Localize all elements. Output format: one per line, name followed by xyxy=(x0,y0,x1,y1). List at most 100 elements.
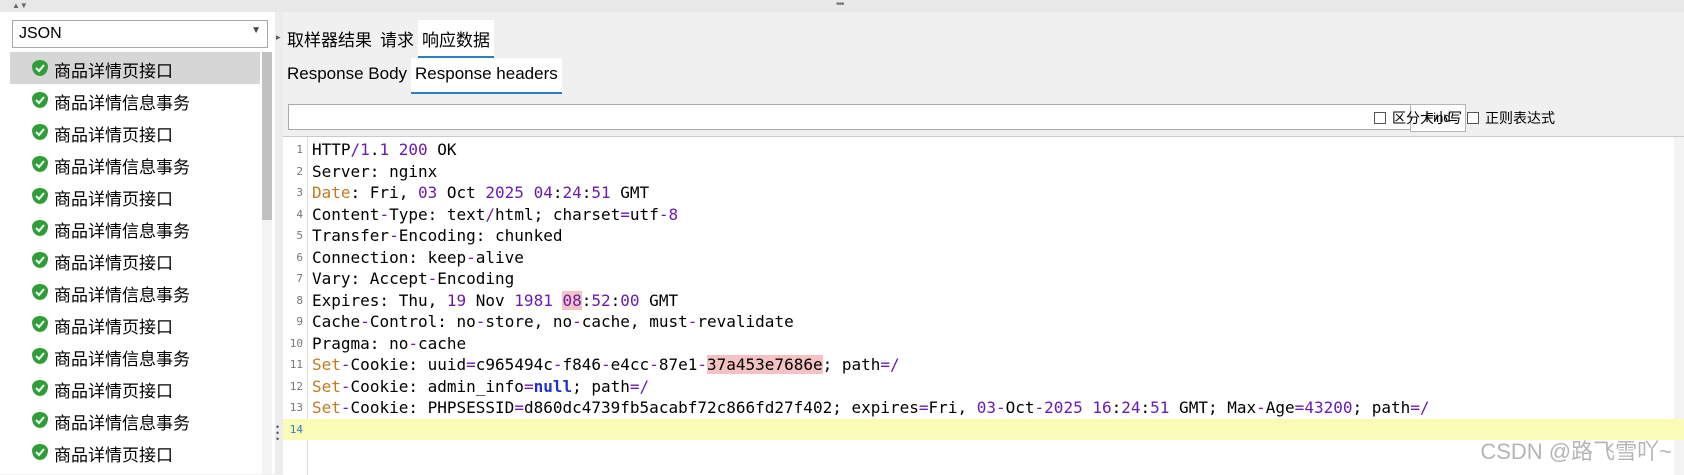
code-line[interactable]: 5 Transfer-Encoding: chunked xyxy=(283,225,1684,247)
case-sensitive-option[interactable]: 区分大小写 xyxy=(1374,108,1462,128)
code-text: Pragma: no-cache xyxy=(312,333,467,353)
line-number: 12 xyxy=(289,379,303,393)
find-bar: Find 区分大小写 正则表达式 xyxy=(283,96,1684,132)
code-line[interactable]: 14 xyxy=(283,418,1684,440)
list-item-label: 商品详情信息事务 xyxy=(54,414,190,433)
list-item[interactable]: 商品详情信息事务 xyxy=(10,212,260,244)
list-item-label: 商品详情页接口 xyxy=(54,446,173,465)
tab-main-0[interactable]: 取样器结果 xyxy=(283,20,376,56)
list-scrollbar[interactable] xyxy=(262,52,272,474)
success-shield-icon xyxy=(32,316,48,332)
watermark: CSDN @路飞雪吖~ xyxy=(1480,439,1672,464)
code-line[interactable]: 2 Server: nginx xyxy=(283,161,1684,183)
list-item[interactable]: 商品详情信息事务 xyxy=(10,276,260,308)
code-text: Set-Cookie: admin_info=null; path=/ xyxy=(312,376,650,396)
success-shield-icon xyxy=(32,252,48,268)
line-number: 13 xyxy=(289,401,303,414)
success-shield-icon xyxy=(32,220,48,236)
find-input[interactable] xyxy=(288,104,1411,130)
list-item[interactable]: 商品详情信息事务 xyxy=(10,404,260,436)
code-text: Cache-Control: no-store, no-cache, must-… xyxy=(312,312,794,331)
list-item[interactable]: 商品详情信息事务 xyxy=(10,148,260,180)
case-sensitive-label: 区分大小写 xyxy=(1392,110,1462,126)
code-line[interactable]: 8 Expires: Thu, 19 Nov 1981 08:52:00 GMT xyxy=(283,290,1684,312)
case-sensitive-checkbox[interactable] xyxy=(1374,112,1386,124)
list-item-label: 商品详情页接口 xyxy=(54,190,173,209)
list-item[interactable]: 商品详情页接口 xyxy=(10,180,260,212)
code-line[interactable]: 3 Date: Fri, 03 Oct 2025 04:24:51 GMT xyxy=(283,182,1684,204)
code-text: Set-Cookie: uuid=c965494c-f846-e4cc-87e1… xyxy=(312,355,900,374)
line-number: 9 xyxy=(296,315,303,328)
success-shield-icon xyxy=(32,380,48,396)
list-item[interactable]: 商品详情页接口 xyxy=(10,52,260,84)
code-line[interactable]: 4 Content-Type: text/html; charset=utf-8 xyxy=(283,204,1684,226)
line-number: 4 xyxy=(296,207,303,221)
code-line[interactable]: 6 Connection: keep-alive xyxy=(283,247,1684,269)
list-scrollbar-thumb[interactable] xyxy=(262,52,272,220)
renderer-select[interactable]: JSON ▼ xyxy=(12,20,268,48)
success-shield-icon xyxy=(32,444,48,460)
success-shield-icon xyxy=(32,188,48,204)
main-tab-bar: 取样器结果 请求 响应数据 xyxy=(283,20,494,58)
line-number: 14 xyxy=(289,422,303,436)
list-item[interactable]: 商品详情页接口 xyxy=(10,372,260,404)
line-number: 11 xyxy=(289,358,303,371)
line-number: 10 xyxy=(289,336,303,350)
list-item-label: 商品详情信息事务 xyxy=(54,222,190,241)
code-line[interactable]: 7 Vary: Accept-Encoding xyxy=(283,268,1684,290)
chevron-down-icon[interactable]: ▼ xyxy=(251,25,261,36)
line-number: 5 xyxy=(296,229,303,242)
line-number: 7 xyxy=(296,272,303,285)
list-item[interactable]: 商品详情页接口 xyxy=(10,116,260,148)
list-item[interactable]: 商品详情信息事务 xyxy=(10,84,260,116)
code-text: Date: Fri, 03 Oct 2025 04:24:51 GMT xyxy=(312,183,650,202)
splitter-grip-icon[interactable]: ••• xyxy=(276,423,282,444)
tab-response-1[interactable]: Response headers xyxy=(411,58,562,94)
regex-option[interactable]: 正则表达式 xyxy=(1467,108,1555,128)
regex-label: 正则表达式 xyxy=(1485,110,1555,126)
list-item-label: 商品详情信息事务 xyxy=(54,94,190,113)
success-shield-icon xyxy=(32,156,48,172)
code-text: Set-Cookie: PHPSESSID=d860dc4739fb5acabf… xyxy=(312,398,1430,417)
line-number: 8 xyxy=(296,293,303,307)
list-item-label: 商品详情页接口 xyxy=(54,382,173,401)
success-shield-icon xyxy=(32,60,48,76)
code-line[interactable]: 1 HTTP/1.1 200 OK xyxy=(283,139,1684,161)
success-shield-icon xyxy=(32,92,48,108)
code-line[interactable]: 12 Set-Cookie: admin_info=null; path=/ xyxy=(283,376,1684,398)
response-tab-bar: Response Body Response headers xyxy=(283,58,562,94)
response-headers-editor[interactable]: 1 HTTP/1.1 200 OK 2 Server: nginx 3 Date: Fri… xyxy=(283,136,1684,475)
collapse-arrows-icon[interactable]: ▲▼ xyxy=(12,0,28,12)
success-shield-icon xyxy=(32,284,48,300)
list-item-label: 商品详情页接口 xyxy=(54,254,173,273)
splitter-arrow-icon[interactable]: ▸ xyxy=(276,32,281,43)
list-item-label: 商品详情信息事务 xyxy=(54,350,190,369)
results-tree-panel: JSON ▼ 商品详情页接口 商品详情信息事务 商品详情页接口 商品详情信息事务 商品详… xyxy=(0,12,275,474)
vertical-splitter[interactable]: ▸ • • • xyxy=(275,12,283,474)
tab-main-1[interactable]: 请求 xyxy=(376,20,418,56)
list-item-label: 商品详情信息事务 xyxy=(54,158,190,177)
renderer-select-value: JSON xyxy=(19,25,62,42)
code-line[interactable]: 13 Set-Cookie: PHPSESSID=d860dc4739fb5aca… xyxy=(283,397,1684,419)
result-detail-panel: 取样器结果 请求 响应数据 Response Body Response header… xyxy=(283,12,1684,475)
success-shield-icon xyxy=(32,412,48,428)
code-text: Expires: Thu, 19 Nov 1981 08:52:00 GMT xyxy=(312,290,679,310)
code-line[interactable]: 11 Set-Cookie: uuid=c965494c-f846-e4cc-87… xyxy=(283,354,1684,376)
code-line[interactable]: 10 Pragma: no-cache xyxy=(283,333,1684,355)
code-text: Transfer-Encoding: chunked xyxy=(312,226,563,245)
line-number: 2 xyxy=(296,164,303,178)
code-line[interactable]: 9 Cache-Control: no-store, no-cache, must… xyxy=(283,311,1684,333)
splitter-grip-icon[interactable]: ••• xyxy=(836,0,844,10)
list-item-label: 商品详情信息事务 xyxy=(54,286,190,305)
list-item[interactable]: 商品详情页接口 xyxy=(10,244,260,276)
list-item[interactable]: 商品详情页接口 xyxy=(10,436,260,468)
tab-response-0[interactable]: Response Body xyxy=(283,58,411,92)
tab-main-2[interactable]: 响应数据 xyxy=(418,20,494,58)
success-shield-icon xyxy=(32,124,48,140)
list-item[interactable]: 商品详情信息事务 xyxy=(10,340,260,372)
list-item-label: 商品详情页接口 xyxy=(54,126,173,145)
line-number: 6 xyxy=(296,250,303,264)
regex-checkbox[interactable] xyxy=(1467,112,1479,124)
list-item[interactable]: 商品详情页接口 xyxy=(10,308,260,340)
sampler-result-list: 商品详情页接口 商品详情信息事务 商品详情页接口 商品详情信息事务 商品详情页接口 商品详… xyxy=(10,52,260,474)
